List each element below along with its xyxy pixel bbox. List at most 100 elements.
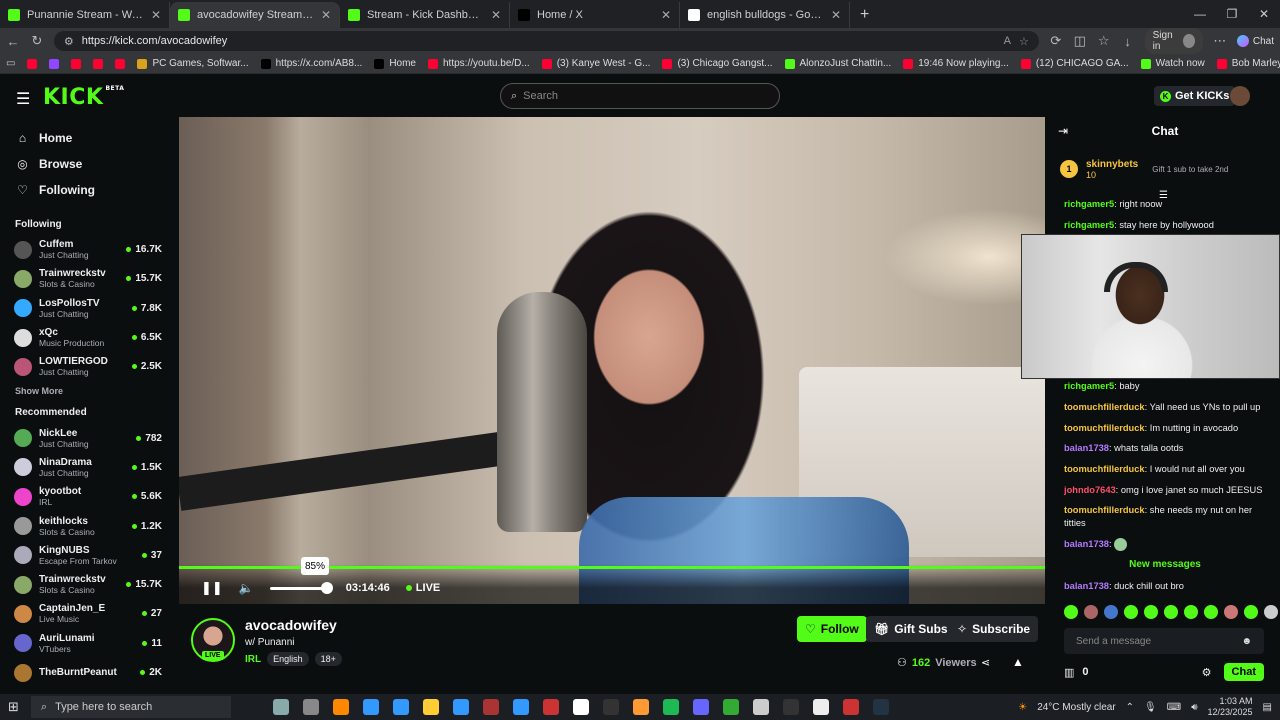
follow-button[interactable]: ♡ Follow bbox=[797, 616, 867, 642]
browser-tab[interactable]: Stream - Kick Dashboard ✕ bbox=[340, 2, 510, 28]
minimize-icon[interactable]: — bbox=[1184, 0, 1216, 28]
emote-icon[interactable] bbox=[1244, 605, 1258, 619]
emoji-picker-icon[interactable]: ☻ bbox=[1241, 636, 1252, 647]
back-icon[interactable]: ← bbox=[6, 34, 20, 49]
channel-row[interactable]: xQc Music Production 6.5K bbox=[0, 323, 176, 352]
chat-input[interactable]: Send a message ☻ bbox=[1064, 628, 1264, 654]
reading-list-icon[interactable]: ▭ bbox=[6, 58, 15, 69]
taskbar-app-icon[interactable] bbox=[332, 699, 349, 715]
bookmark-item[interactable] bbox=[115, 58, 126, 69]
channel-row[interactable]: KingNUBS Escape From Tarkov 37 bbox=[0, 541, 176, 570]
notifications-icon[interactable]: ▤ bbox=[1263, 702, 1272, 713]
taskbar-app-icon[interactable] bbox=[872, 699, 889, 715]
user-avatar[interactable] bbox=[1230, 86, 1250, 106]
chat-username[interactable]: richgamer5 bbox=[1064, 381, 1114, 391]
bookmark-star-icon[interactable]: ☆ bbox=[1019, 35, 1029, 48]
bookmark-item[interactable] bbox=[49, 58, 60, 69]
emote-icon[interactable] bbox=[1264, 605, 1278, 619]
channel-row[interactable]: Cuffem Just Chatting 16.7K bbox=[0, 235, 176, 264]
tag-mature[interactable]: 18+ bbox=[314, 652, 342, 666]
taskbar-app-icon[interactable] bbox=[422, 699, 439, 715]
bookmark-item[interactable] bbox=[93, 58, 104, 69]
channel-row[interactable]: TheBurntPeanut 2K bbox=[0, 658, 176, 687]
channel-row[interactable]: AuriLunami VTubers 11 bbox=[0, 629, 176, 658]
channel-row[interactable]: NickLee Just Chatting 782 bbox=[0, 423, 176, 452]
taskbar-app-icon[interactable] bbox=[482, 699, 499, 715]
gift-subs-button[interactable]: 🎁︎ Gift Subs bbox=[866, 616, 956, 642]
taskbar-app-icon[interactable] bbox=[452, 699, 469, 715]
bookmark-item[interactable]: Watch now bbox=[1140, 58, 1205, 69]
site-info-icon[interactable]: ⚙ bbox=[64, 35, 74, 48]
taskbar-app-icon[interactable] bbox=[752, 699, 769, 715]
taskbar-app-icon[interactable] bbox=[572, 699, 589, 715]
bookmark-item[interactable]: PC Games, Softwar... bbox=[137, 58, 249, 69]
channel-row[interactable]: kyootbot IRL 5.6K bbox=[0, 482, 176, 511]
taskbar-app-icon[interactable] bbox=[692, 699, 709, 715]
chat-username[interactable]: johndo7643 bbox=[1064, 485, 1116, 495]
volume-slider-handle[interactable] bbox=[320, 581, 333, 594]
bookmark-item[interactable] bbox=[27, 58, 38, 69]
taskbar-app-icon[interactable] bbox=[632, 699, 649, 715]
chat-username[interactable]: toomuchfillerduck bbox=[1064, 464, 1145, 474]
emote-icon[interactable] bbox=[1164, 605, 1178, 619]
chat-username[interactable]: richgamer5 bbox=[1064, 199, 1114, 209]
favorites-icon[interactable]: ☆ bbox=[1097, 33, 1111, 49]
emote-icon[interactable] bbox=[1204, 605, 1218, 619]
live-indicator[interactable]: LIVE bbox=[406, 582, 440, 594]
browser-tab[interactable]: avocadowifey Stream - Watc ✕ bbox=[170, 2, 340, 28]
downloads-icon[interactable]: ↓ bbox=[1121, 34, 1135, 49]
sidebar-item-home[interactable]: ⌂ Home bbox=[0, 125, 176, 151]
bookmark-item[interactable]: https://x.com/AB8... bbox=[260, 58, 362, 69]
windows-start-icon[interactable]: ⊞ bbox=[8, 699, 19, 715]
taskbar-app-icon[interactable] bbox=[842, 699, 859, 715]
reload-icon[interactable]: ↻ bbox=[30, 33, 44, 49]
chat-username[interactable]: richgamer5 bbox=[1064, 220, 1114, 230]
taskbar-search[interactable]: ⌕ Type here to search bbox=[30, 696, 231, 718]
bookmark-item[interactable]: 19:46 Now playing... bbox=[903, 58, 1009, 69]
bookmark-item[interactable]: (3) Kanye West - G... bbox=[541, 58, 650, 69]
sign-in-button[interactable]: Sign in bbox=[1144, 28, 1203, 54]
bookmark-item[interactable]: Home bbox=[374, 58, 416, 69]
taskbar-app-icon[interactable] bbox=[782, 699, 799, 715]
channel-row[interactable]: LosPollosTV Just Chatting 7.8K bbox=[0, 294, 176, 323]
taskbar-clock[interactable]: 1:03 AM 12/23/2025 bbox=[1208, 696, 1253, 718]
chat-settings-icon[interactable]: ⚙ bbox=[1202, 666, 1212, 679]
taskbar-app-icon[interactable] bbox=[272, 699, 289, 715]
sidebar-item-following[interactable]: ♡ Following bbox=[0, 177, 176, 203]
taskbar-app-icon[interactable] bbox=[302, 699, 319, 715]
maximize-icon[interactable]: ❐ bbox=[1216, 0, 1248, 28]
volume-icon[interactable]: 🔈 bbox=[239, 581, 254, 595]
browser-tab[interactable]: english bulldogs - Google Search ✕ bbox=[680, 2, 850, 28]
channel-row[interactable]: NinaDrama Just Chatting 1.5K bbox=[0, 453, 176, 482]
subscribe-button[interactable]: ✧ Subscribe bbox=[949, 616, 1039, 642]
weather-icon[interactable]: ☀ bbox=[1018, 702, 1027, 713]
browser-tab[interactable]: Home / X ✕ bbox=[510, 2, 680, 28]
bookmark-item[interactable]: AlonzoJust Chattin... bbox=[784, 58, 891, 69]
emote-icon[interactable] bbox=[1184, 605, 1198, 619]
volume-tray-icon[interactable]: 🔊︎ bbox=[1191, 702, 1197, 713]
chat-username[interactable]: toomuchfillerduck bbox=[1064, 423, 1145, 433]
chat-username[interactable]: balan1738 bbox=[1064, 539, 1109, 549]
bookmark-item[interactable]: (12) CHICAGO GA... bbox=[1020, 58, 1129, 69]
sidebar-item-browse[interactable]: ◎ Browse bbox=[0, 151, 176, 177]
category-link[interactable]: IRL bbox=[245, 654, 261, 665]
tab-close-icon[interactable]: ✕ bbox=[661, 8, 671, 22]
chat-send-button[interactable]: Chat bbox=[1223, 663, 1264, 681]
tab-close-icon[interactable]: ✕ bbox=[321, 8, 331, 22]
new-messages-banner[interactable]: New messages bbox=[1050, 559, 1280, 570]
kick-logo[interactable]: KICK BETA bbox=[43, 85, 124, 110]
emote-icon[interactable] bbox=[1104, 605, 1118, 619]
bookmark-item[interactable] bbox=[71, 58, 82, 69]
tab-close-icon[interactable]: ✕ bbox=[491, 8, 501, 22]
share-icon[interactable]: ⋖ bbox=[981, 656, 990, 669]
streamer-name[interactable]: avocadowifey bbox=[245, 617, 337, 633]
taskbar-app-icon[interactable] bbox=[362, 699, 379, 715]
kicks-wallet-icon[interactable]: ▥ bbox=[1064, 666, 1074, 679]
taskbar-app-icon[interactable] bbox=[662, 699, 679, 715]
microphone-icon[interactable]: 🎙︎ bbox=[1144, 702, 1157, 713]
channel-row[interactable]: Trainwreckstv Slots & Casino 15.7K bbox=[0, 570, 176, 599]
show-more-link[interactable]: Show More bbox=[0, 381, 176, 401]
taskbar-app-icon[interactable] bbox=[812, 699, 829, 715]
tray-chevron-icon[interactable]: ⌃ bbox=[1126, 702, 1134, 713]
read-aloud-icon[interactable]: A bbox=[1004, 35, 1011, 47]
